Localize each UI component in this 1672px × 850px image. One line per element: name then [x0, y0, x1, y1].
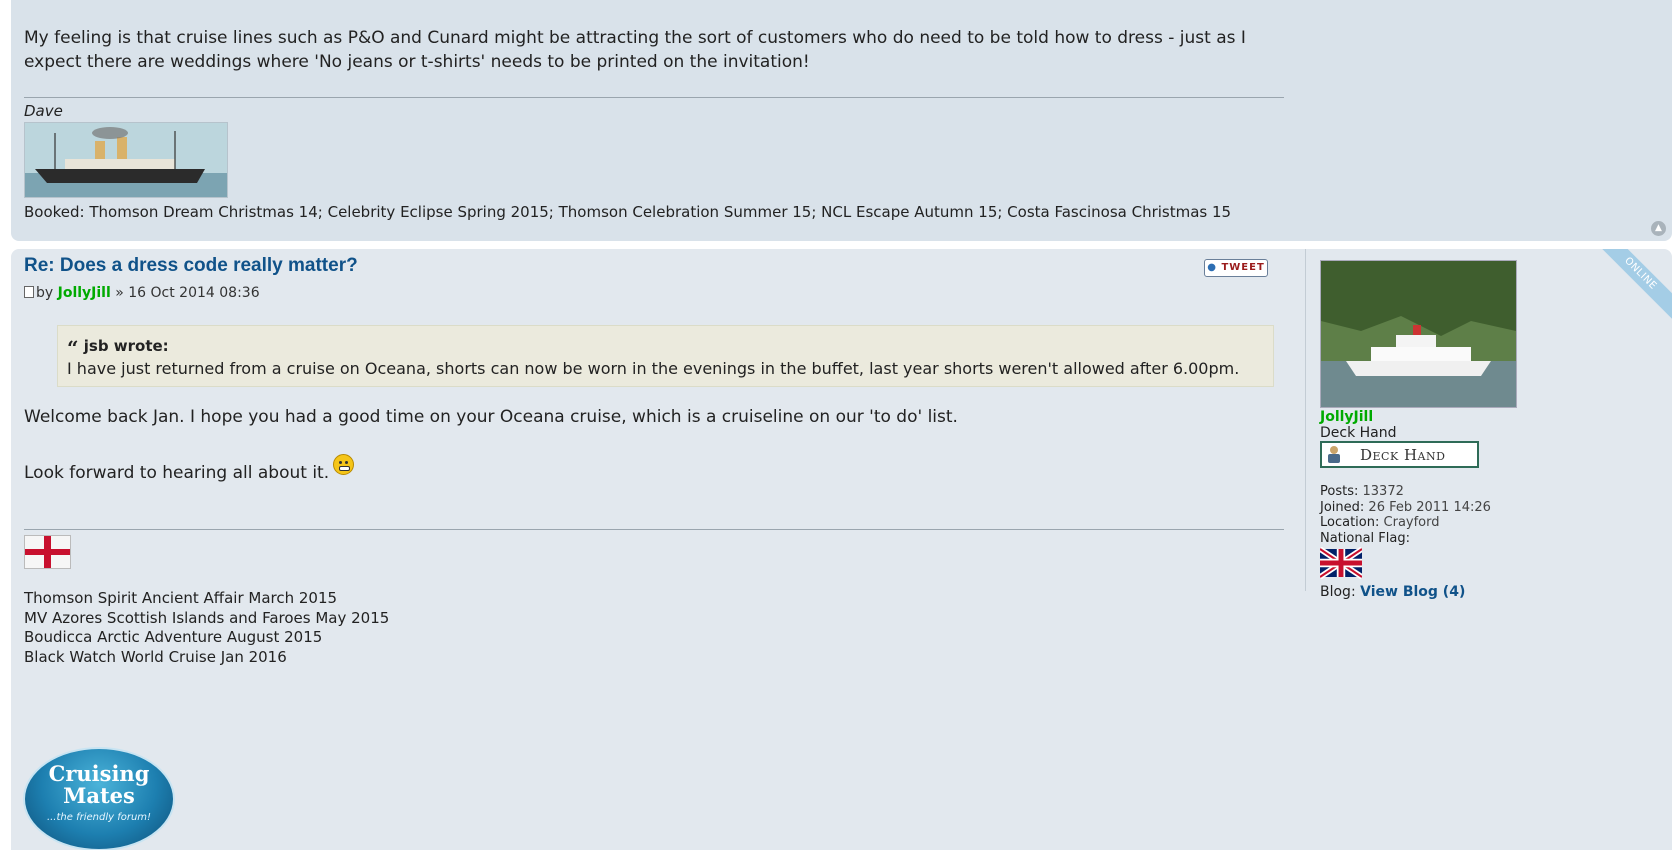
signature-divider	[24, 97, 1284, 98]
post-title[interactable]: Re: Does a dress code really matter?	[24, 255, 358, 277]
cruising-mates-logo[interactable]: Cruising Mates ...the friendly forum!	[23, 747, 175, 850]
view-blog-link[interactable]: View Blog (4)	[1360, 584, 1465, 600]
profile-joined: Joined: 26 Feb 2011 14:26	[1320, 499, 1491, 515]
quote-author: jsb wrote:	[83, 337, 169, 355]
signature-name: Dave	[24, 102, 63, 120]
logo-line-2: Mates	[63, 783, 135, 808]
england-flag-icon	[24, 535, 71, 569]
post-date: » 16 Oct 2014 08:36	[115, 285, 260, 301]
profile-posts-value[interactable]: 13372	[1363, 484, 1404, 499]
logo-line-1: Cruising	[48, 761, 150, 786]
quote-header: “ jsb wrote:	[67, 336, 169, 360]
quote-mark-icon: “	[67, 336, 79, 360]
message-line-2-text: Look forward to hearing all about it.	[24, 463, 330, 483]
user-avatar[interactable]	[1320, 260, 1517, 408]
post-reply: Re: Does a dress code really matter? by …	[11, 249, 1672, 850]
post-body-text: My feeling is that cruise lines such as …	[24, 28, 1246, 72]
profile-flag-label: National Flag:	[1320, 530, 1410, 546]
profile-location: Location: Crayford	[1320, 515, 1440, 530]
signature-line: Thomson Spirit Ancient Affair March 2015	[24, 589, 338, 607]
signature-line: MV Azores Scottish Islands and Faroes Ma…	[24, 608, 390, 627]
logo-tagline: ...the friendly forum!	[46, 812, 152, 823]
quote-block: “ jsb wrote: I have just returned from a…	[57, 325, 1274, 387]
smiley-icon	[333, 454, 355, 475]
tweet-label: TWEET	[1221, 262, 1265, 273]
signature-booked: Booked: Thomson Dream Christmas 14; Cele…	[24, 203, 1232, 221]
signature-line: Black Watch World Cruise Jan 2016	[24, 647, 287, 666]
uk-flag-icon	[1318, 546, 1364, 580]
tweet-bird-icon: ●	[1207, 262, 1217, 273]
post-previous: My feeling is that cruise lines such as …	[11, 0, 1672, 241]
message-line-1: Welcome back Jan. I hope you had a good …	[24, 407, 958, 427]
rank-badge-text: Deck Hand	[1360, 446, 1446, 464]
signature-ship-image	[24, 122, 228, 198]
rank-icon	[1328, 446, 1340, 463]
post-profile: JollyJill Deck Hand Deck Hand Posts: 133…	[1305, 249, 1566, 600]
profile-stats: Posts: 13372 Joined: 26 Feb 2011 14:26 L…	[1320, 484, 1491, 546]
post-author-link[interactable]: JollyJill	[58, 285, 111, 301]
signature-line: Boudicca Arctic Adventure August 2015	[24, 628, 323, 646]
post-meta: by JollyJill » 16 Oct 2014 08:36	[24, 285, 260, 301]
post-icon[interactable]	[24, 286, 34, 298]
back-to-top-icon[interactable]: ▲	[1651, 221, 1666, 236]
post-by-label: by	[36, 285, 54, 301]
tweet-button[interactable]: ● TWEET	[1204, 259, 1268, 277]
online-badge: ONLINE	[1591, 249, 1672, 323]
profile-blog: Blog: View Blog (4)	[1320, 584, 1466, 600]
message-line-2: Look forward to hearing all about it.	[24, 454, 355, 483]
rank-badge: Deck Hand	[1320, 441, 1479, 468]
quote-text: I have just returned from a cruise on Oc…	[67, 359, 1240, 378]
signature-list: Thomson Spirit Ancient Affair March 2015…	[24, 589, 389, 667]
profile-rank: Deck Hand	[1320, 425, 1397, 441]
profile-username[interactable]: JollyJill	[1320, 409, 1373, 425]
signature-divider	[24, 529, 1284, 530]
profile-posts: Posts: 13372	[1320, 484, 1404, 499]
